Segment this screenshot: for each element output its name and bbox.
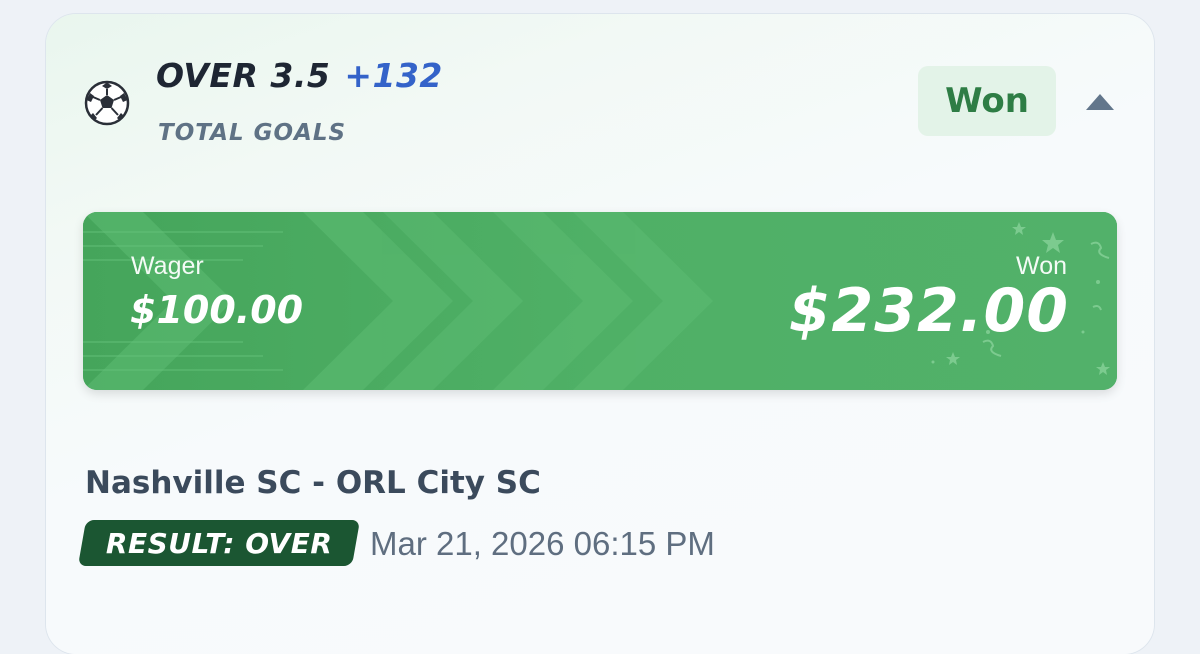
wager-label: Wager — [131, 252, 204, 280]
bet-title: OVER 3.5 +132 — [156, 56, 443, 95]
market-label: TOTAL GOALS — [158, 120, 347, 146]
payout-banner: Wager $100.00 Won $232.00 — [83, 212, 1117, 390]
odds-value: +132 — [344, 56, 443, 95]
selection-label: OVER 3.5 — [156, 56, 331, 95]
matchup-title: Nashville SC - ORL City SC — [85, 465, 541, 501]
status-badge: Won — [918, 66, 1056, 136]
event-datetime: Mar 21, 2026 06:15 PM — [370, 525, 715, 562]
result-badge: RESULT: OVER — [77, 520, 361, 566]
chevron-up-icon[interactable] — [1086, 94, 1114, 110]
won-value: $232.00 — [788, 276, 1069, 346]
wager-value: $100.00 — [130, 288, 304, 332]
result-label: RESULT: OVER — [105, 526, 333, 560]
soccer-ball-icon — [84, 80, 130, 126]
